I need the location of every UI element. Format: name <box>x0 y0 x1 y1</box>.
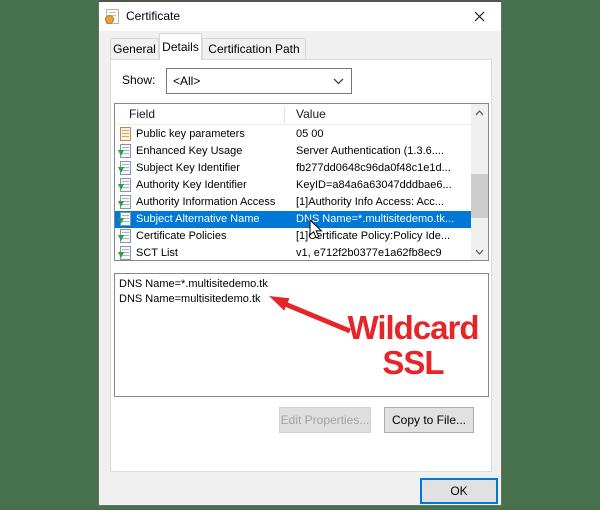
table-row[interactable]: Public key parameters 05 00 <box>115 126 471 143</box>
extension-icon <box>118 195 131 209</box>
table-row[interactable]: Certificate Policies [1]Certificate Poli… <box>115 228 471 245</box>
table-row[interactable]: Enhanced Key Usage Server Authentication… <box>115 143 471 160</box>
certificate-dialog: Certificate General Details Certificatio… <box>98 0 502 506</box>
field-value: [1]Authority Info Access: Acc... <box>296 196 444 208</box>
detail-line-1: DNS Name=*.multisitedemo.tk <box>119 278 268 290</box>
field-value: 05 00 <box>296 128 324 140</box>
table-row[interactable]: Subject Key Identifier fb277dd0648c96da0… <box>115 160 471 177</box>
list-rows: Public key parameters 05 00 Enhanced Key… <box>115 126 471 260</box>
vertical-scrollbar[interactable] <box>471 104 488 260</box>
field-name: Subject Alternative Name <box>136 213 260 225</box>
scroll-up-button[interactable] <box>471 104 488 121</box>
extension-icon <box>118 144 131 158</box>
copy-to-file-button[interactable]: Copy to File... <box>384 407 474 433</box>
chevron-up-icon <box>475 109 484 115</box>
table-row[interactable]: SCT List v1, e712f2b0377e1a62fb8ec9 <box>115 245 471 260</box>
annotation-line-2: SSL <box>382 344 444 381</box>
scrollbar-thumb[interactable] <box>471 174 488 218</box>
close-icon <box>474 11 484 22</box>
field-value: v1, e712f2b0377e1a62fb8ec9 <box>296 247 442 259</box>
title-bar: Certificate <box>99 2 501 31</box>
field-name: Certificate Policies <box>136 230 227 242</box>
field-name: SCT List <box>136 247 178 259</box>
list-header: Field Value <box>115 104 488 125</box>
tab-details[interactable]: Details <box>159 33 202 60</box>
column-divider[interactable] <box>284 106 285 123</box>
chevron-down-icon <box>475 249 484 255</box>
extension-icon <box>118 178 131 192</box>
field-value: [1]Certificate Policy:Policy Ide... <box>296 230 451 242</box>
extension-icon <box>118 229 131 243</box>
ok-button[interactable]: OK <box>420 478 498 504</box>
table-row[interactable]: Authority Information Access [1]Authorit… <box>115 194 471 211</box>
show-dropdown-value: <All> <box>173 74 201 88</box>
field-value: fb277dd0648c96da0f48c1e1d... <box>296 162 451 174</box>
chevron-down-icon <box>333 78 344 85</box>
column-header-value[interactable]: Value <box>296 107 326 121</box>
show-dropdown[interactable]: <All> <box>166 68 352 94</box>
extension-icon <box>118 212 131 226</box>
close-button[interactable] <box>466 6 492 27</box>
field-name: Public key parameters <box>136 128 245 140</box>
extension-icon <box>118 161 131 175</box>
edit-properties-button: Edit Properties... <box>279 407 371 433</box>
tab-general[interactable]: General <box>110 38 159 60</box>
scroll-down-button[interactable] <box>471 243 488 260</box>
table-row[interactable]: Authority Key Identifier KeyID=a84a6a630… <box>115 177 471 194</box>
field-name: Subject Key Identifier <box>136 162 240 174</box>
tab-certification-path[interactable]: Certification Path <box>202 38 306 60</box>
field-name: Authority Information Access <box>136 196 276 208</box>
field-value: Server Authentication (1.3.6.... <box>296 145 444 157</box>
table-row-selected[interactable]: Subject Alternative Name DNS Name=*.mult… <box>115 211 471 228</box>
wildcard-ssl-annotation: Wildcard SSL <box>337 310 489 380</box>
detail-line-2: DNS Name=multisitedemo.tk <box>119 293 261 305</box>
document-icon <box>120 127 131 141</box>
field-value: DNS Name=*.multisitedemo.tk... <box>296 213 455 225</box>
certificate-fields-list: Field Value Public key parameters 05 00 … <box>114 103 489 261</box>
show-label: Show: <box>122 73 156 87</box>
certificate-icon <box>105 9 119 24</box>
field-name: Enhanced Key Usage <box>136 145 243 157</box>
annotation-line-1: Wildcard <box>347 309 479 346</box>
column-header-field[interactable]: Field <box>129 107 155 121</box>
field-value: KeyID=a84a6a63047dddbae6... <box>296 179 452 191</box>
extension-icon <box>118 246 131 260</box>
field-name: Authority Key Identifier <box>136 179 247 191</box>
details-tab-page: Show: <All> Field Value Public key param… <box>110 59 492 472</box>
window-title: Certificate <box>126 9 181 23</box>
